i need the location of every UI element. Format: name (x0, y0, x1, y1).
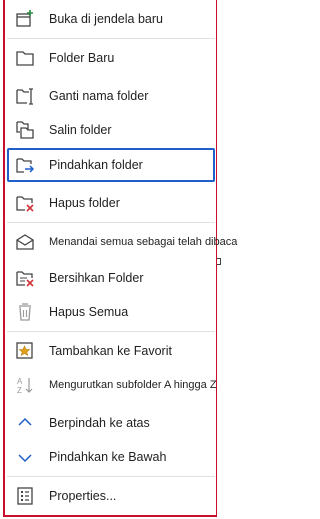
rename-folder-icon (15, 86, 35, 106)
separator (7, 222, 215, 223)
menu-item-rename-folder[interactable]: Ganti nama folder (7, 80, 215, 112)
menu-item-mark-all-read[interactable]: Menandai semua sebagai telah dibaca (7, 226, 237, 258)
menu-item-label: Hapus Semua (49, 305, 129, 319)
move-up-icon (15, 413, 35, 433)
menu-item-label: Berpindah ke atas (49, 416, 150, 430)
menu-item-copy-folder[interactable]: Salin folder (7, 114, 215, 146)
menu-item-clean-folder[interactable]: Bersihkan Folder (7, 262, 215, 294)
properties-icon (15, 486, 35, 506)
menu-item-add-to-favorites[interactable]: Tambahkan ke Favorit (7, 335, 215, 367)
menu-item-delete-all[interactable]: Hapus Semua (7, 296, 215, 328)
mark-read-icon (15, 232, 35, 252)
svg-text:Z: Z (17, 386, 22, 395)
menu-item-label: Bersihkan Folder (49, 271, 144, 285)
new-folder-icon (15, 48, 35, 68)
separator (7, 331, 215, 332)
menu-item-move-down[interactable]: Pindahkan ke Bawah (7, 441, 215, 473)
menu-item-label: Pindahkan folder (49, 158, 143, 172)
menu-item-label: Tambahkan ke Favorit (49, 344, 172, 358)
favorite-icon (15, 341, 35, 361)
menu-item-sort-subfolders[interactable]: AZ Mengurutkan subfolder A hingga Z (7, 369, 217, 401)
menu-item-move-up[interactable]: Berpindah ke atas (7, 407, 215, 439)
menu-item-label: Menandai semua sebagai telah dibaca (49, 236, 238, 248)
menu-item-label: Mengurutkan subfolder A hingga Z (49, 379, 217, 391)
move-down-icon (15, 447, 35, 467)
menu-item-label: Pindahkan ke Bawah (49, 450, 167, 464)
svg-text:A: A (17, 377, 23, 386)
move-folder-icon (15, 155, 35, 175)
clean-folder-icon (15, 268, 35, 288)
new-window-icon (15, 9, 35, 29)
delete-all-icon (15, 302, 35, 322)
separator (7, 38, 215, 39)
menu-item-label: Ganti nama folder (49, 89, 149, 103)
menu-item-open-new-window[interactable]: Buka di jendela baru (7, 3, 215, 35)
menu-item-delete-folder[interactable]: Hapus folder (7, 187, 215, 219)
menu-item-properties[interactable]: Properties... (7, 480, 215, 512)
menu-item-move-folder[interactable]: Pindahkan folder (7, 148, 215, 182)
menu-item-label: Salin folder (49, 123, 112, 137)
delete-folder-icon (15, 193, 35, 213)
folder-context-menu: Buka di jendela baru Folder Baru Ganti n… (3, 0, 237, 517)
menu-item-new-folder[interactable]: Folder Baru (7, 42, 215, 74)
copy-folder-icon (15, 120, 35, 140)
menu-item-label: Folder Baru (49, 51, 115, 65)
side-bracket (217, 258, 221, 265)
menu-item-label: Hapus folder (49, 196, 120, 210)
menu-item-label: Properties... (49, 489, 117, 503)
sort-az-icon: AZ (15, 375, 35, 395)
separator (7, 476, 215, 477)
menu-item-label: Buka di jendela baru (49, 12, 163, 26)
